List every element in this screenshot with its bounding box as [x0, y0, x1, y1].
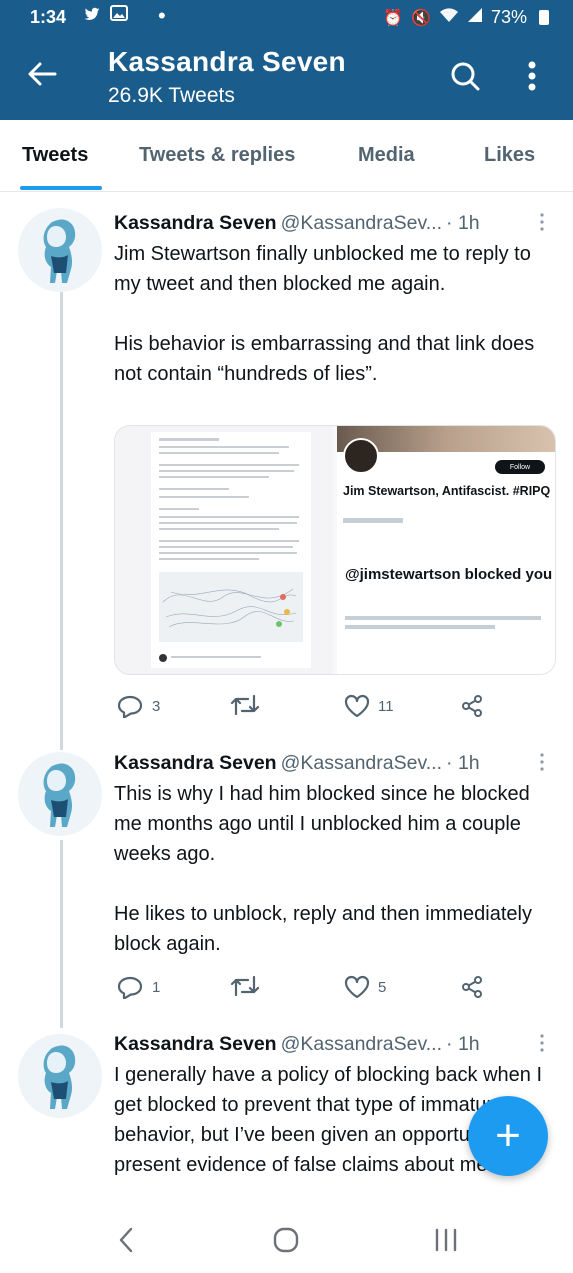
blocked-profile-name: Jim Stewartson, Antifascist. #RIPQ [343, 484, 551, 498]
share-button[interactable] [460, 975, 484, 999]
author-name[interactable]: Kassandra Seven [114, 752, 277, 774]
battery-percent: 73% [490, 7, 527, 27]
active-tab-indicator [20, 186, 102, 190]
tweet-time: · 1h [446, 1033, 480, 1055]
avatar [343, 438, 379, 474]
screenshot-image-thread[interactable] [115, 426, 333, 674]
blocked-title: @jimstewartson blocked you [345, 566, 553, 583]
status-bar: 1:34 • ⏰ 🔇 73% [0, 0, 573, 34]
tweet-media[interactable]: Follow Jim Stewartson, Antifascist. #RIP… [114, 425, 556, 675]
chevron-left-icon [119, 1227, 133, 1253]
app-top-bar: 1:34 • ⏰ 🔇 73% Kassandra Seven 26.9K Twe… [0, 0, 573, 120]
tab-likes[interactable]: Likes [484, 144, 535, 167]
share-icon [462, 695, 482, 717]
author-handle[interactable]: @KassandraSev... [281, 752, 442, 774]
reply-count: 3 [152, 697, 161, 715]
more-vertical-icon[interactable] [538, 212, 546, 232]
tweet-time: · 1h [446, 752, 480, 774]
blocked-profile-handle [343, 518, 403, 526]
tweet-text: This is why I had him blocked since he b… [114, 783, 532, 955]
mute-icon: 🔇 [411, 9, 431, 27]
blocked-note [345, 614, 549, 636]
screenshot-image-blocked[interactable]: Follow Jim Stewartson, Antifascist. #RIP… [337, 426, 555, 674]
battery-icon [539, 10, 549, 25]
author-handle[interactable]: @KassandraSev... [281, 1033, 442, 1055]
tweet-actions: 3 11 [114, 694, 554, 722]
thread-connector [60, 840, 63, 1028]
share-icon [462, 976, 482, 998]
search-button[interactable] [443, 54, 487, 98]
like-count: 11 [378, 697, 394, 715]
twitter-icon [82, 5, 102, 28]
reply-button[interactable]: 3 [118, 694, 160, 718]
reply-icon [118, 976, 143, 999]
avatar[interactable] [18, 752, 102, 836]
overflow-menu-button[interactable] [516, 54, 548, 98]
retweet-button[interactable] [230, 975, 268, 997]
tweet-actions: 1 5 [114, 975, 554, 1003]
avatar[interactable] [18, 208, 102, 292]
more-vertical-icon[interactable] [538, 752, 546, 772]
heart-icon [344, 694, 370, 718]
more-vertical-icon[interactable] [538, 1033, 546, 1053]
reply-button[interactable]: 1 [118, 975, 160, 999]
like-count: 5 [378, 978, 387, 996]
avatar[interactable] [18, 1034, 102, 1118]
profile-name-title: Kassandra Seven [108, 46, 346, 77]
nav-home-button[interactable] [266, 1223, 306, 1257]
retweet-icon [230, 694, 260, 716]
tweet-text: Jim Stewartson finally unblocked me to r… [114, 243, 535, 385]
reply-count: 1 [152, 978, 161, 996]
profile-header: Kassandra Seven 26.9K Tweets [0, 40, 573, 120]
tab-media[interactable]: Media [358, 144, 415, 167]
gallery-icon [110, 5, 128, 28]
like-button[interactable]: 11 [344, 694, 394, 718]
wifi-icon [439, 7, 459, 28]
author-name[interactable]: Kassandra Seven [114, 1033, 277, 1055]
like-button[interactable]: 5 [344, 975, 386, 999]
system-navigation-bar [0, 1205, 573, 1273]
retweet-icon [230, 975, 260, 997]
author-handle[interactable]: @KassandraSev... [281, 212, 442, 234]
tab-tweets-and-replies[interactable]: Tweets & replies [139, 144, 295, 167]
thread-connector [60, 290, 63, 750]
recents-icon [435, 1228, 457, 1252]
signal-icon [467, 7, 483, 28]
back-button[interactable] [22, 54, 62, 94]
tweet-count: 26.9K Tweets [108, 84, 235, 107]
reply-icon [118, 695, 143, 718]
nav-recents-button[interactable] [426, 1223, 466, 1257]
author-name[interactable]: Kassandra Seven [114, 212, 277, 234]
status-time: 1:34 [30, 7, 67, 27]
arrow-left-icon [28, 62, 57, 86]
home-circle-icon [273, 1227, 299, 1253]
share-button[interactable] [460, 694, 484, 718]
nav-back-button[interactable] [106, 1223, 146, 1257]
tab-tweets[interactable]: Tweets [22, 144, 88, 167]
tweet-time: · 1h [446, 212, 480, 234]
plus-icon: + [495, 1111, 521, 1160]
profile-tabs: Tweets Tweets & replies Media Likes [0, 120, 573, 192]
retweet-button[interactable] [230, 694, 268, 716]
follow-button: Follow [495, 460, 545, 474]
heart-icon [344, 975, 370, 999]
search-icon [451, 62, 480, 91]
alarm-icon: ⏰ [383, 9, 404, 27]
notification-dot: • [158, 3, 166, 28]
more-vertical-icon [528, 61, 536, 91]
compose-tweet-button[interactable]: + [468, 1096, 548, 1176]
